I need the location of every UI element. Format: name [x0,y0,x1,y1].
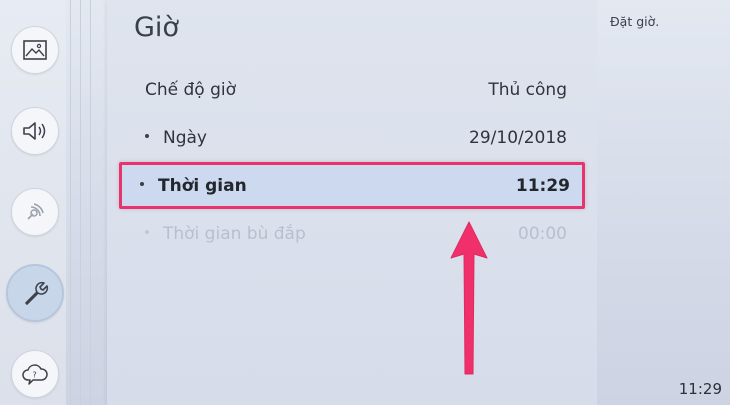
nav-picture-button[interactable] [11,26,59,74]
wrench-icon [20,278,50,308]
time-value: 11:29 [515,176,570,196]
clock-mode-value: Thủ công [488,80,567,100]
nav-broadcast-button[interactable] [11,188,59,236]
bullet [145,230,149,234]
clock-mode-label: Chế độ giờ [145,80,237,100]
help-description: Đặt giờ. [610,14,660,29]
bullet [140,182,144,186]
page-title: Giờ [134,12,179,43]
date-label: Ngày [163,128,207,148]
time-settings-panel: Giờ Chế độ giờ Thủ công Ngày 29/10/2018 … [107,0,597,405]
speaker-icon [22,120,48,142]
pointer-arrow [450,221,488,375]
rail-divider-lines [70,0,110,405]
svg-text:?: ? [33,371,37,380]
status-clock: 11:29 [678,380,722,398]
help-cloud-icon: ? [21,362,49,386]
time-row-selected[interactable]: Thời gian 11:29 [119,162,585,209]
time-label: Thời gian [158,176,247,196]
time-offset-label: Thời gian bù đắp [163,224,306,244]
time-offset-value: 00:00 [518,224,567,244]
nav-support-button[interactable]: ? [11,350,59,398]
nav-general-button[interactable] [6,264,64,322]
date-value: 29/10/2018 [469,128,567,148]
picture-icon [23,40,47,60]
broadcast-icon [23,200,47,224]
left-nav-rail: ? [0,0,66,405]
nav-sound-button[interactable] [11,107,59,155]
bullet [145,134,149,138]
